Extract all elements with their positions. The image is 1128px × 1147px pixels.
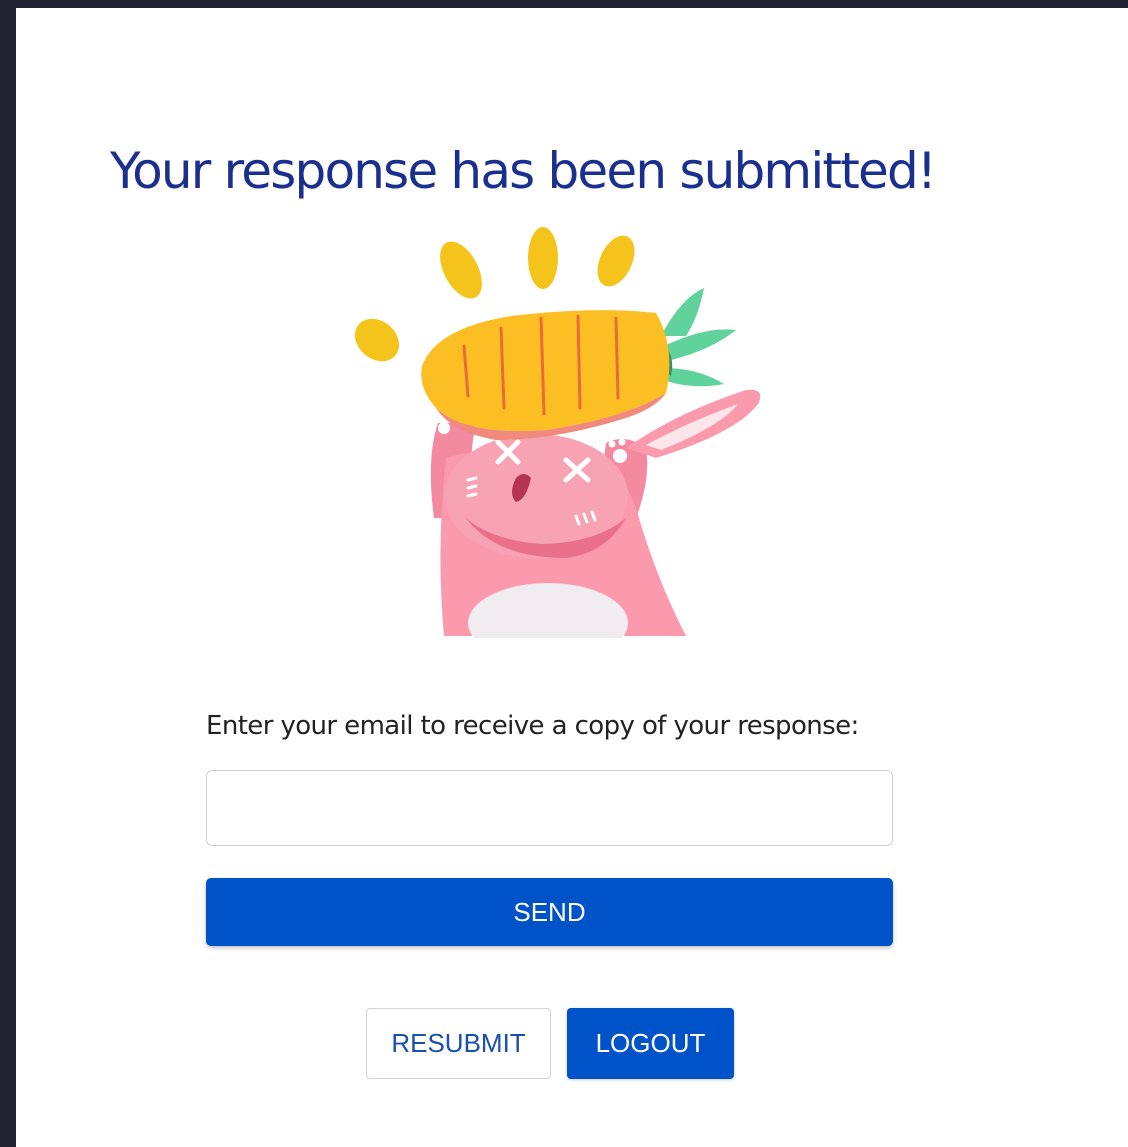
logout-button[interactable]: LOGOUT	[567, 1008, 734, 1079]
sparkle-dash	[528, 227, 558, 289]
email-input[interactable]	[206, 770, 893, 846]
send-button[interactable]: SEND	[206, 878, 893, 946]
sparkle-dash	[597, 235, 635, 287]
page-title: Your response has been submitted!	[110, 142, 937, 200]
sparkle-dash	[440, 241, 482, 299]
sparkle-dash	[354, 318, 400, 362]
resubmit-button[interactable]: RESUBMIT	[366, 1008, 551, 1079]
email-prompt-label: Enter your email to receive a copy of yo…	[206, 711, 859, 741]
confirmation-page: Your response has been submitted! Enter …	[16, 8, 1128, 1147]
bunny-carrot-illustration	[354, 227, 761, 638]
